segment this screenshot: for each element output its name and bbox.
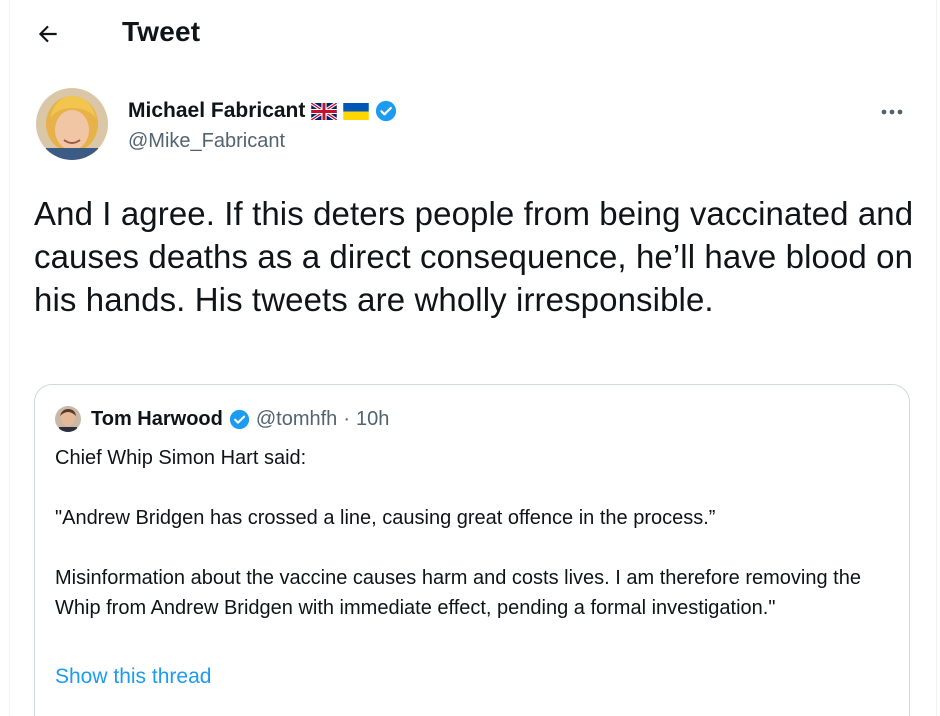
verified-badge-icon	[229, 409, 249, 429]
author-name-row: Michael Fabricant	[128, 98, 397, 124]
author-display-name[interactable]: Michael Fabricant	[128, 99, 305, 123]
more-horizontal-icon	[881, 109, 903, 115]
quoted-tweet-card[interactable]: Tom Harwood @tomhfh · 10h Chief Whip Sim…	[34, 384, 910, 716]
quoted-author-handle: @tomhfh	[255, 407, 338, 430]
quoted-author-name: Tom Harwood	[91, 407, 223, 430]
quoted-timestamp: 10h	[355, 407, 390, 430]
quoted-tweet-body: Chief Whip Simon Hart said: "Andrew Brid…	[55, 443, 905, 623]
uk-flag-icon	[311, 102, 338, 120]
tweet-text: And I agree. If this deters people from …	[34, 195, 914, 318]
dot-separator: ·	[343, 407, 350, 430]
quoted-paragraph: "Andrew Bridgen has crossed a line, caus…	[55, 507, 716, 529]
more-options-button[interactable]	[876, 96, 908, 128]
page-title: Tweet	[122, 16, 201, 47]
back-button[interactable]	[28, 14, 68, 54]
ukraine-flag-icon	[343, 102, 370, 120]
verified-badge-icon	[376, 100, 397, 122]
author-handle[interactable]: @Mike_Fabricant	[128, 130, 397, 153]
quoted-tweet-header: Tom Harwood @tomhfh · 10h	[55, 405, 389, 433]
arrow-left-icon	[38, 25, 57, 43]
show-thread-link[interactable]: Show this thread	[55, 665, 211, 689]
quoted-author-avatar	[55, 406, 81, 432]
author-info: Michael Fabricant @Mike_Fabricant	[128, 98, 397, 153]
page-header: Tweet	[10, 0, 936, 68]
tweet-page: Tweet Michael Fabricant @Mike_Fabricant …	[9, 0, 937, 716]
quoted-paragraph: Chief Whip Simon Hart said:	[55, 447, 307, 469]
quoted-paragraph: Misinformation about the vaccine causes …	[55, 567, 861, 619]
author-avatar[interactable]	[36, 88, 108, 160]
